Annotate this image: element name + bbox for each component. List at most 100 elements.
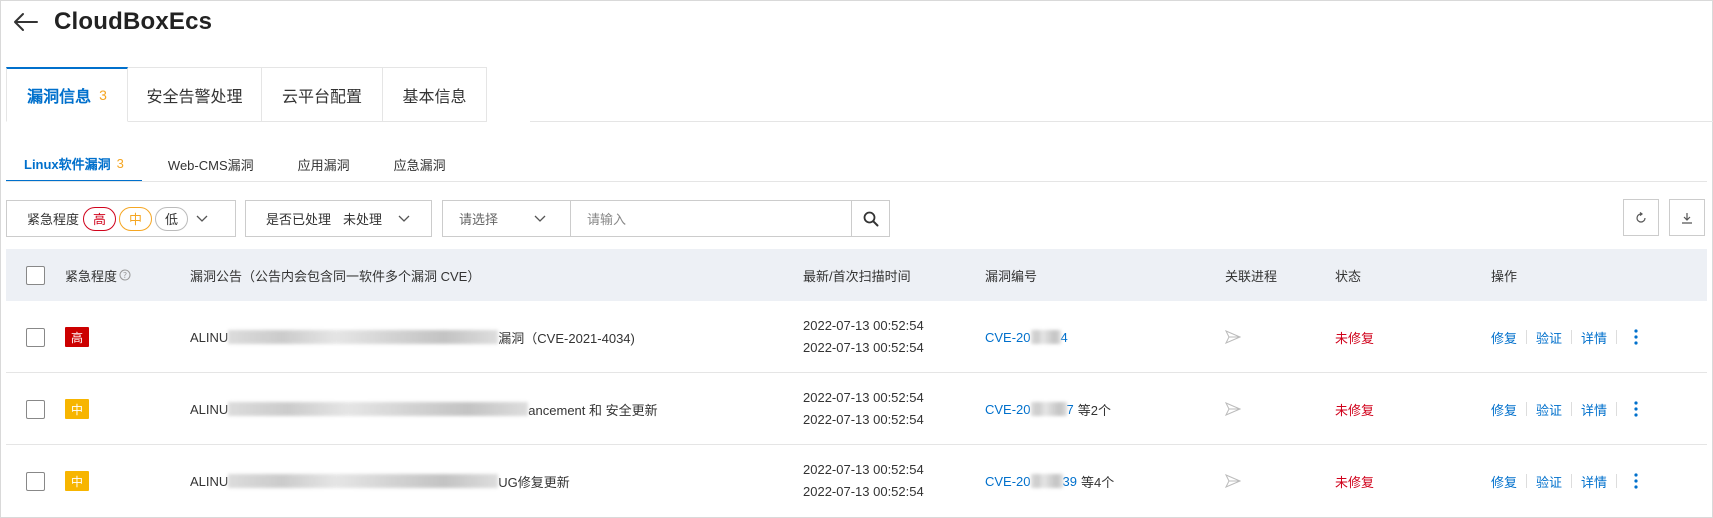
verify-link[interactable]: 验证 xyxy=(1536,328,1562,347)
row-checkbox[interactable] xyxy=(26,327,45,347)
subtab-count: 3 xyxy=(116,155,124,171)
first-scan-time: 2022-07-13 00:52:54 xyxy=(803,340,924,355)
cve-suffix[interactable]: 39 xyxy=(1063,474,1077,489)
more-icon[interactable] xyxy=(1626,473,1646,489)
chevron-down-icon[interactable] xyxy=(534,211,546,226)
subtab-application[interactable]: 应用漏洞 xyxy=(274,146,370,182)
processed-filter[interactable]: 是否已处理 未处理 xyxy=(245,200,432,237)
notice-prefix: ALINU xyxy=(190,329,229,345)
cve-suffix[interactable]: 4 xyxy=(1061,330,1068,345)
table-row: 高 ALINU 漏洞（CVE-2021-4034) 2022-07-13 00:5… xyxy=(6,301,1707,373)
divider xyxy=(1526,402,1528,416)
status-text: 未修复 xyxy=(1335,474,1375,490)
process-cell[interactable] xyxy=(1225,445,1241,517)
redacted-text xyxy=(1030,402,1067,416)
cve-prefix[interactable]: CVE-20 xyxy=(985,402,1031,417)
refresh-icon xyxy=(1636,211,1646,223)
status-text: 未修复 xyxy=(1335,402,1375,418)
svg-text:?: ? xyxy=(123,271,127,280)
latest-scan-time: 2022-07-13 00:52:54 xyxy=(803,318,924,333)
refresh-button[interactable] xyxy=(1623,199,1659,236)
tab-label: 漏洞信息 xyxy=(27,89,92,106)
send-icon[interactable] xyxy=(1225,402,1241,416)
notice-suffix: UG修复更新 xyxy=(498,474,570,490)
cve-prefix[interactable]: CVE-20 xyxy=(985,330,1031,345)
processed-filter-label: 是否已处理 xyxy=(266,212,332,227)
urgency-badge: 中 xyxy=(65,471,90,491)
status-text: 未修复 xyxy=(1335,330,1375,346)
tab-vuln-info[interactable]: 漏洞信息 3 xyxy=(6,67,128,122)
search-input[interactable]: 请输入 xyxy=(570,200,852,237)
cve-cell[interactable]: CVE-20 7 等2个 xyxy=(985,373,1111,445)
verify-link[interactable]: 验证 xyxy=(1536,472,1562,491)
search-field-select[interactable]: 请选择 xyxy=(442,200,571,237)
level-high-chip[interactable]: 高 xyxy=(83,206,117,231)
divider xyxy=(1571,402,1573,416)
download-icon xyxy=(1682,212,1692,224)
subtab-webcms[interactable]: Web-CMS漏洞 xyxy=(142,146,274,182)
fix-link[interactable]: 修复 xyxy=(1491,328,1517,347)
scan-times: 2022-07-13 00:52:54 2022-07-13 00:52:54 xyxy=(803,459,924,503)
fix-link[interactable]: 修复 xyxy=(1491,472,1517,491)
notice-prefix: ALINU xyxy=(190,473,229,489)
cve-cell[interactable]: CVE-20 4 xyxy=(985,301,1068,373)
tab-cloud-config[interactable]: 云平台配置 xyxy=(262,67,383,122)
detail-link[interactable]: 详情 xyxy=(1581,328,1607,347)
header-urgency-label: 紧急程度 xyxy=(65,268,118,284)
cve-prefix[interactable]: CVE-20 xyxy=(985,474,1031,489)
level-medium-chip[interactable]: 中 xyxy=(119,206,153,231)
latest-scan-time: 2022-07-13 00:52:54 xyxy=(803,390,924,405)
notice-prefix: ALINU xyxy=(190,401,229,417)
send-icon[interactable] xyxy=(1225,474,1241,488)
more-icon[interactable] xyxy=(1626,401,1646,417)
detail-link[interactable]: 详情 xyxy=(1581,400,1607,419)
help-icon[interactable]: ? xyxy=(119,269,131,281)
process-cell[interactable] xyxy=(1225,301,1241,373)
chevron-down-icon[interactable] xyxy=(196,211,208,226)
detail-link[interactable]: 详情 xyxy=(1581,472,1607,491)
search-button[interactable] xyxy=(851,200,890,237)
urgency-filter[interactable]: 紧急程度 高 中 低 xyxy=(6,200,236,237)
level-low-chip[interactable]: 低 xyxy=(155,206,189,231)
first-scan-time: 2022-07-13 00:52:54 xyxy=(803,412,924,427)
main-tabs: 漏洞信息 3 安全告警处理 云平台配置 基本信息 xyxy=(6,67,487,122)
row-checkbox[interactable] xyxy=(26,399,45,419)
cve-cell[interactable]: CVE-20 39 等4个 xyxy=(985,445,1114,517)
notice-suffix: 漏洞（CVE-2021-4034) xyxy=(498,330,635,346)
first-scan-time: 2022-07-13 00:52:54 xyxy=(803,484,924,499)
redacted-text xyxy=(1030,330,1061,344)
table-row: 中 ALINU UG修复更新 2022-07-13 00:52:54 2022-0… xyxy=(6,445,1707,517)
subtab-emergency[interactable]: 应急漏洞 xyxy=(370,146,466,182)
back-arrow-icon[interactable] xyxy=(10,7,40,37)
tab-count: 3 xyxy=(99,87,107,103)
verify-link[interactable]: 验证 xyxy=(1536,400,1562,419)
tab-label: 基本信息 xyxy=(402,88,467,106)
subtab-linux[interactable]: Linux软件漏洞 3 xyxy=(6,146,142,182)
cve-extra-count: 等2个 xyxy=(1077,402,1111,418)
notice-suffix: ancement 和 安全更新 xyxy=(528,402,658,418)
cve-suffix[interactable]: 7 xyxy=(1067,402,1074,417)
subtabs-divider xyxy=(6,181,1707,182)
notice-cell[interactable]: ALINU ancement 和 安全更新 xyxy=(190,373,658,445)
more-icon[interactable] xyxy=(1626,329,1646,345)
search-icon xyxy=(863,211,878,226)
chevron-down-icon[interactable] xyxy=(398,211,410,226)
fix-link[interactable]: 修复 xyxy=(1491,400,1517,419)
row-actions: 修复 验证 详情 xyxy=(1491,301,1646,373)
send-icon[interactable] xyxy=(1225,330,1241,344)
notice-cell[interactable]: ALINU 漏洞（CVE-2021-4034) xyxy=(190,301,635,373)
process-cell[interactable] xyxy=(1225,373,1241,445)
row-checkbox[interactable] xyxy=(26,471,45,491)
divider xyxy=(1526,330,1528,344)
download-button[interactable] xyxy=(1669,199,1705,236)
urgency-badge: 高 xyxy=(65,327,90,347)
tab-label: 安全告警处理 xyxy=(146,88,243,106)
redacted-text xyxy=(228,402,529,416)
divider xyxy=(1571,474,1573,488)
notice-cell[interactable]: ALINU UG修复更新 xyxy=(190,445,570,517)
select-all-checkbox[interactable] xyxy=(26,265,45,285)
divider xyxy=(1616,402,1618,416)
tab-basic-info[interactable]: 基本信息 xyxy=(383,67,487,122)
tab-security-alerts[interactable]: 安全告警处理 xyxy=(128,67,262,122)
select-all-cell xyxy=(26,249,45,301)
